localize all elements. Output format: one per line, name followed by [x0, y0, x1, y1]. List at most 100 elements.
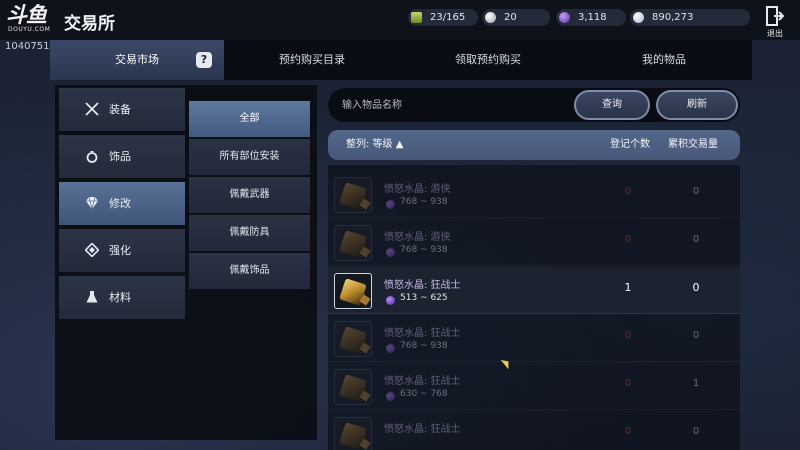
- item-name: 愤怒水晶: 狂战士: [384, 280, 461, 291]
- logo-subtext: DOUYU.COM: [8, 26, 51, 33]
- list-item[interactable]: 愤怒水晶: 狂战士 768 ~ 938 0 0: [328, 315, 740, 362]
- item-registered-count: 0: [624, 234, 632, 245]
- purple-counter: 3,118: [556, 9, 626, 26]
- sort-by-level[interactable]: 整列: 等级 ▲: [346, 130, 403, 160]
- item-thumbnail: [334, 321, 372, 357]
- category-panel: 装备 饰品 修改 强化 材料 全部 所有部位安装 佩戴武器 佩戴防具 佩戴饰品: [55, 85, 317, 440]
- diamond-target-icon: [85, 243, 99, 257]
- crossed-swords-icon: [85, 102, 99, 116]
- query-button[interactable]: 查询: [574, 90, 650, 120]
- exit-door-icon: [766, 6, 784, 26]
- item-price-range: 768 ~ 938: [400, 341, 448, 351]
- item-name: 愤怒水晶: 狂战士: [384, 424, 461, 435]
- subcategory-all[interactable]: 全部: [189, 101, 310, 137]
- item-registered-count: 0: [624, 330, 632, 341]
- ring-icon: [86, 151, 98, 163]
- purple-gem-icon: [386, 344, 395, 353]
- item-price-range: 630 ~ 768: [400, 389, 448, 399]
- item-name: 愤怒水晶: 狂战士: [384, 328, 461, 339]
- item-list: 愤怒水晶: 游侠 768 ~ 938 0 0 愤怒水晶: 游侠 768 ~ 93…: [328, 165, 740, 450]
- tab-reservation-catalog[interactable]: 预约购买目录: [224, 40, 400, 80]
- category-enhance[interactable]: 强化: [59, 229, 185, 272]
- tab-claim-reservation[interactable]: 领取预约购买: [400, 40, 576, 80]
- subcategory-all-slots[interactable]: 所有部位安装: [189, 139, 310, 175]
- purple-gem-icon: [386, 296, 395, 305]
- stamina-icon: [411, 12, 422, 23]
- item-thumbnail: [334, 369, 372, 405]
- item-thumbnail: [334, 417, 372, 450]
- silver-coin-icon: [633, 12, 644, 23]
- gem-icon: [86, 196, 98, 210]
- column-registered-count: 登记个数: [610, 139, 650, 150]
- item-trade-volume: 0: [692, 234, 700, 245]
- item-registered-count: 0: [624, 426, 632, 437]
- subcategory-accessory[interactable]: 佩戴饰品: [189, 253, 310, 289]
- item-trade-volume: 0: [692, 426, 700, 437]
- item-thumbnail: [334, 225, 372, 261]
- tab-label: 交易市场: [115, 53, 159, 66]
- purple-value: 3,118: [578, 12, 607, 23]
- item-thumbnail: [334, 273, 372, 309]
- purple-gem-icon: [559, 12, 570, 23]
- gold-counter: 20: [482, 9, 550, 26]
- list-item[interactable]: 愤怒水晶: 游侠 768 ~ 938 0 0: [328, 219, 740, 266]
- category-label: 装备: [109, 103, 131, 116]
- logo-mark: 斗鱼: [6, 2, 47, 27]
- item-registered-count: 0: [624, 186, 632, 197]
- user-id: 10407517: [5, 41, 56, 52]
- silver-counter: 890,273: [630, 9, 750, 26]
- category-label: 材料: [109, 291, 131, 304]
- item-trade-volume: 1: [692, 378, 700, 389]
- page-title: 交易所: [64, 14, 115, 34]
- list-item[interactable]: 愤怒水晶: 游侠 768 ~ 938 0 0: [328, 171, 740, 218]
- potion-flask-icon: [86, 291, 98, 303]
- silver-value: 890,273: [652, 12, 694, 23]
- search-input[interactable]: [342, 95, 562, 115]
- list-item-selected[interactable]: 愤怒水晶: 狂战士 513 ~ 625 1 0: [328, 267, 740, 314]
- subcategory-armor[interactable]: 佩戴防具: [189, 215, 310, 251]
- exit-label: 退出: [767, 29, 783, 38]
- item-name: 愤怒水晶: 狂战士: [384, 376, 461, 387]
- list-item[interactable]: 愤怒水晶: 狂战士 630 ~ 768 0 1: [328, 363, 740, 410]
- stamina-value: 23/165: [430, 12, 466, 23]
- category-label: 强化: [109, 244, 131, 257]
- purple-gem-icon: [386, 248, 395, 257]
- item-price-range: 768 ~ 938: [400, 197, 448, 207]
- list-item[interactable]: 愤怒水晶: 狂战士 0 0: [328, 411, 740, 450]
- purple-gem-icon: [386, 392, 395, 401]
- item-registered-count: 0: [624, 378, 632, 389]
- item-name: 愤怒水晶: 游侠: [384, 232, 451, 243]
- category-label: 饰品: [109, 150, 131, 163]
- tab-my-items[interactable]: 我的物品: [576, 40, 752, 80]
- item-thumbnail: [334, 177, 372, 213]
- list-header: 整列: 等级 ▲ 登记个数 累积交易量: [328, 130, 740, 160]
- purple-gem-icon: [386, 200, 395, 209]
- item-price-range: 768 ~ 938: [400, 245, 448, 255]
- subcategory-weapon[interactable]: 佩戴武器: [189, 177, 310, 213]
- item-registered-count: 1: [624, 281, 632, 294]
- category-equipment[interactable]: 装备: [59, 88, 185, 131]
- help-icon[interactable]: ?: [196, 52, 212, 68]
- tab-label: 预约购买目录: [279, 53, 345, 66]
- refresh-button[interactable]: 刷新: [656, 90, 738, 120]
- main-tabs: 交易市场 ? 预约购买目录 领取预约购买 我的物品: [50, 40, 752, 80]
- search-bar: 查询 刷新: [328, 88, 740, 122]
- stamina-counter: 23/165: [408, 9, 478, 26]
- exit-button[interactable]: 退出: [762, 6, 788, 38]
- gold-coin-icon: [485, 12, 496, 23]
- item-trade-volume: 0: [692, 330, 700, 341]
- tab-label: 领取预约购买: [455, 53, 521, 66]
- item-price-range: 513 ~ 625: [400, 293, 448, 303]
- item-trade-volume: 0: [692, 281, 700, 294]
- category-label: 修改: [109, 197, 131, 210]
- douyu-logo: 斗鱼 DOUYU.COM: [6, 4, 54, 34]
- category-modify[interactable]: 修改: [59, 182, 185, 225]
- category-materials[interactable]: 材料: [59, 276, 185, 319]
- item-trade-volume: 0: [692, 186, 700, 197]
- category-accessory[interactable]: 饰品: [59, 135, 185, 178]
- top-bar: 斗鱼 DOUYU.COM 交易所 23/165 20 3,118 890,273…: [0, 0, 800, 40]
- item-name: 愤怒水晶: 游侠: [384, 184, 451, 195]
- tab-label: 我的物品: [642, 53, 686, 66]
- tab-trading-market[interactable]: 交易市场 ?: [50, 40, 224, 80]
- column-trade-volume: 累积交易量: [668, 139, 718, 150]
